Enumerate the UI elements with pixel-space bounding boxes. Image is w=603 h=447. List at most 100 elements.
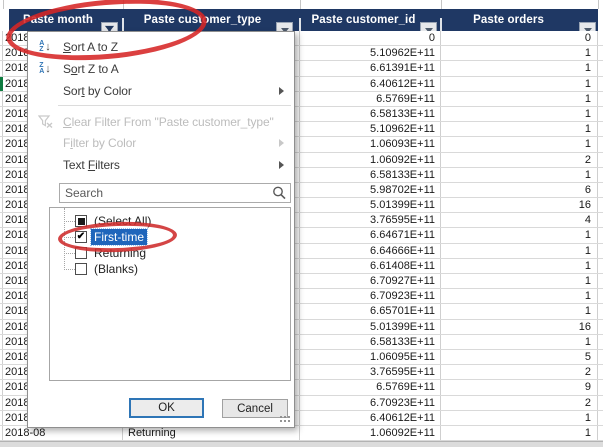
cell-orders[interactable]: 1 [441, 259, 598, 273]
label-post: ilters [95, 158, 120, 172]
checkbox-unchecked[interactable] [75, 263, 87, 275]
cell-month[interactable]: 2018-08 [3, 426, 123, 440]
cell-orders[interactable]: 1 [441, 335, 598, 349]
cell-customer-id[interactable]: 1.06093E+11 [300, 137, 441, 151]
cell-empty [598, 77, 603, 91]
search-input[interactable] [59, 183, 291, 203]
cell-customer-id[interactable]: 3.76595E+11 [300, 213, 441, 227]
label-accelerator: F [88, 158, 95, 172]
checkbox-unchecked[interactable] [75, 247, 87, 259]
cell-orders[interactable]: 1 [441, 107, 598, 121]
cell-orders[interactable]: 1 [441, 274, 598, 288]
cell-customer-id[interactable]: 1.06095E+11 [300, 350, 441, 364]
cell-customer-id[interactable]: 6.5769E+11 [300, 380, 441, 394]
menu-item-clear-filter-from-paste-customer-type[interactable]: Clear Filter From "Paste customer_type" [28, 111, 294, 132]
cell-orders[interactable]: 1 [441, 411, 598, 425]
cell-customer-id[interactable]: 5.98702E+11 [300, 183, 441, 197]
menu-item-label: Sort by Color [63, 84, 132, 98]
cell-customer-id[interactable]: 6.58133E+11 [300, 107, 441, 121]
cell-orders[interactable]: 1 [441, 228, 598, 242]
submenu-arrow-icon [279, 87, 284, 95]
cell-orders[interactable]: 1 [441, 92, 598, 106]
cell-empty [598, 31, 603, 45]
cell-customer-id[interactable]: 5.10962E+11 [300, 46, 441, 60]
checkbox-indeterminate[interactable] [75, 215, 87, 227]
cell-customer-id[interactable]: 6.61391E+11 [300, 61, 441, 75]
tree-dotted-line [64, 221, 75, 222]
cell-empty [598, 350, 603, 364]
cell-orders[interactable]: 2 [441, 365, 598, 379]
cell-orders[interactable]: 2 [441, 153, 598, 167]
cell-empty [598, 259, 603, 273]
checkbox-checked[interactable]: ✔ [75, 231, 87, 243]
tree-dotted-line [64, 269, 75, 270]
cell-orders[interactable]: 5 [441, 350, 598, 364]
cell-customer-id[interactable]: 6.40612E+11 [300, 77, 441, 91]
sheet-bottom-strip [0, 441, 603, 447]
cell-customer-id[interactable]: 6.5769E+11 [300, 92, 441, 106]
cell-orders[interactable]: 1 [441, 137, 598, 151]
cell-customer-id[interactable]: 6.70923E+11 [300, 396, 441, 410]
cell-customer-id[interactable]: 5.01399E+11 [300, 320, 441, 334]
cell-orders[interactable]: 0 [441, 31, 598, 45]
menu-item-sort-a-to-z[interactable]: AZ↓Sort A to Z [28, 36, 294, 58]
cell-customer-type[interactable]: Returning [123, 426, 300, 440]
cell-empty [598, 107, 603, 121]
cell-customer-id[interactable]: 6.70923E+11 [300, 289, 441, 303]
search-icon [271, 185, 287, 201]
menu-item-sort-z-to-a[interactable]: ZA↓Sort Z to A [28, 58, 294, 80]
cell-customer-id[interactable]: 3.76595E+11 [300, 365, 441, 379]
filter-option-select-all[interactable]: (Select All) [50, 213, 290, 229]
cell-orders[interactable]: 9 [441, 380, 598, 394]
cell-orders[interactable]: 1 [441, 61, 598, 75]
cell-customer-id[interactable]: 1.06092E+11 [300, 153, 441, 167]
cell-orders[interactable]: 4 [441, 213, 598, 227]
cell-customer-id[interactable]: 6.40612E+11 [300, 411, 441, 425]
menu-item-text-filters[interactable]: Text Filters [28, 154, 294, 175]
cell-empty [598, 244, 603, 258]
cell-orders[interactable]: 16 [441, 198, 598, 212]
cell-orders[interactable]: 1 [441, 426, 598, 440]
cell-orders[interactable]: 1 [441, 304, 598, 318]
cell-empty [598, 365, 603, 379]
table-row: 2018-08Returning1.06092E+111 [0, 426, 603, 441]
resize-grip[interactable] [278, 414, 290, 423]
ok-button[interactable]: OK [129, 398, 204, 418]
cell-customer-id[interactable]: 1.06092E+11 [300, 426, 441, 440]
cell-customer-id[interactable]: 6.58133E+11 [300, 168, 441, 182]
filter-option-returning[interactable]: Returning [50, 245, 290, 261]
cell-customer-id[interactable]: 0 [300, 31, 441, 45]
cell-empty [598, 137, 603, 151]
cell-empty [598, 304, 603, 318]
cell-orders[interactable]: 1 [441, 122, 598, 136]
cell-orders[interactable]: 16 [441, 320, 598, 334]
filter-option-label: Returning [91, 245, 149, 261]
cell-orders[interactable]: 1 [441, 77, 598, 91]
cell-customer-id[interactable]: 6.70927E+11 [300, 274, 441, 288]
active-cell-indicator [0, 77, 3, 91]
cell-orders[interactable]: 1 [441, 289, 598, 303]
menu-item-filter-by-color[interactable]: Filter by Color [28, 132, 294, 153]
filter-option-blanks[interactable]: (Blanks) [50, 261, 290, 277]
cell-orders[interactable]: 1 [441, 46, 598, 60]
cell-customer-id[interactable]: 5.01399E+11 [300, 198, 441, 212]
cell-empty [598, 122, 603, 136]
cell-empty [598, 183, 603, 197]
cell-customer-id[interactable]: 6.64671E+11 [300, 228, 441, 242]
tree-dotted-line [64, 237, 75, 238]
submenu-arrow-icon [279, 161, 284, 169]
cell-customer-id[interactable]: 6.65701E+11 [300, 304, 441, 318]
cell-customer-id[interactable]: 6.64666E+11 [300, 244, 441, 258]
menu-item-label: Filter by Color [63, 136, 136, 150]
cell-orders[interactable]: 6 [441, 183, 598, 197]
filter-option-first-time[interactable]: ✔First-time [50, 229, 290, 245]
cell-orders[interactable]: 1 [441, 168, 598, 182]
cell-customer-id[interactable]: 5.10962E+11 [300, 122, 441, 136]
cell-orders[interactable]: 1 [441, 244, 598, 258]
column-header-customer-type-label: Paste customer_type [144, 14, 262, 26]
menu-item-sort-by-color[interactable]: Sort by Color [28, 80, 294, 102]
cell-customer-id[interactable]: 6.58133E+11 [300, 335, 441, 349]
sort-za-icon: ZA↓ [32, 63, 58, 76]
cell-customer-id[interactable]: 6.61408E+11 [300, 259, 441, 273]
cell-orders[interactable]: 2 [441, 396, 598, 410]
